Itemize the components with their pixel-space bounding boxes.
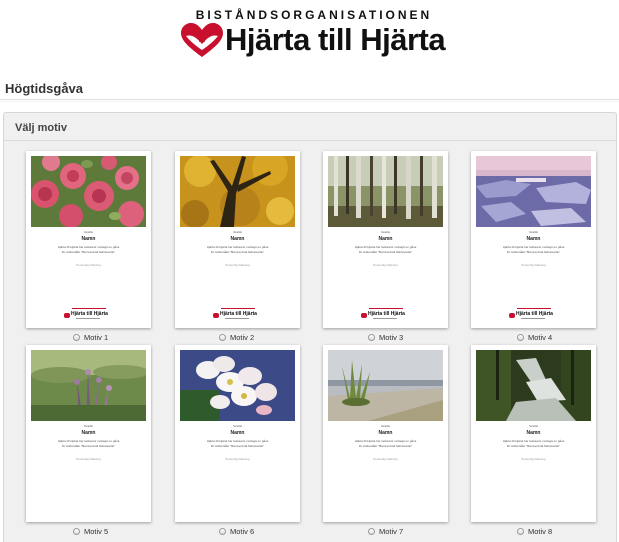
autumn-tree-image [180, 156, 295, 227]
motif-label: Motiv 6 [230, 527, 255, 536]
radio-button[interactable] [219, 528, 226, 535]
birch-forest-image [328, 156, 443, 227]
card-text: för ändamålet "Barncentralt fattiravarde… [61, 250, 116, 254]
motif-photo [180, 350, 295, 421]
heart-logo-icon [361, 313, 367, 318]
motif-label: Motiv 8 [528, 527, 553, 536]
site-header: BISTÅNDSORGANISATIONEN Hjärta till Hjärt… [0, 0, 619, 70]
motif-photo [31, 156, 146, 227]
divider [4, 140, 616, 141]
mini-logo: Hjärta till Hjärta [64, 311, 114, 321]
panel-title: Välj motiv [15, 122, 67, 134]
motif-card-1[interactable]: Grattis Namn Hjärta till Hjärta har tack… [26, 151, 151, 328]
radio-button[interactable] [517, 528, 524, 535]
motif-card-6[interactable]: Grattis Namn Hjärta till Hjärta har tack… [175, 345, 300, 522]
card-signature: Personlig hälsning [76, 263, 101, 267]
motif-option-2[interactable]: Motiv 2 [219, 333, 254, 342]
motif-option-3[interactable]: Motiv 3 [368, 333, 403, 342]
motif-option-8[interactable]: Motiv 8 [517, 527, 552, 536]
motif-card-5[interactable]: Grattis Namn Hjärta till Hjärta har tack… [26, 345, 151, 522]
mini-logo: Hjärta till Hjärta [213, 311, 263, 321]
motif-photo [31, 350, 146, 421]
radio-button[interactable] [73, 528, 80, 535]
motif-photo [328, 350, 443, 421]
motif-label: Motiv 2 [230, 333, 255, 342]
ice-lake-dusk-image [476, 156, 591, 227]
apple-blossom-image [180, 350, 295, 421]
heart-logo-icon [64, 313, 70, 318]
card-greeting: Grattis [84, 230, 93, 234]
radio-button[interactable] [73, 334, 80, 341]
mini-logo: Hjärta till Hjärta [509, 311, 559, 321]
motif-card-7[interactable]: Grattis Namn Hjärta till Hjärta har tack… [323, 345, 448, 522]
org-tagline: BISTÅNDSORGANISATIONEN [195, 8, 433, 22]
heart-logo-icon [181, 23, 223, 57]
heart-logo-icon [509, 313, 515, 318]
brand-name[interactable]: Hjärta till Hjärta [225, 22, 446, 58]
divider [72, 308, 106, 309]
pink-roses-image [31, 156, 146, 227]
mini-logo: Hjärta till Hjärta [361, 311, 411, 321]
motif-label: Motiv 5 [84, 527, 109, 536]
divider [0, 101, 619, 102]
page-title: Högtidsgåva [5, 81, 84, 96]
motif-label: Motiv 7 [379, 527, 404, 536]
motif-option-5[interactable]: Motiv 5 [73, 527, 108, 536]
forest-waterfall-image [476, 350, 591, 421]
motif-photo [476, 350, 591, 421]
radio-button[interactable] [517, 334, 524, 341]
motif-card-3[interactable]: Grattis Namn Hjärta till Hjärta har tack… [323, 151, 448, 328]
radio-button[interactable] [219, 334, 226, 341]
radio-button[interactable] [368, 528, 375, 535]
motif-card-8[interactable]: Grattis Namn Hjärta till Hjärta har tack… [471, 345, 596, 522]
motif-card-4[interactable]: Grattis Namn Hjärta till Hjärta har tack… [471, 151, 596, 328]
radio-button[interactable] [368, 334, 375, 341]
heart-logo-icon [213, 313, 219, 318]
motif-label: Motiv 4 [528, 333, 553, 342]
motif-option-4[interactable]: Motiv 4 [517, 333, 552, 342]
motif-option-1[interactable]: Motiv 1 [73, 333, 108, 342]
motif-label: Motiv 3 [379, 333, 404, 342]
heather-field-image [31, 350, 146, 421]
grass-on-shore-image [328, 350, 443, 421]
motif-option-6[interactable]: Motiv 6 [219, 527, 254, 536]
motif-photo [328, 156, 443, 227]
motif-label: Motiv 1 [84, 333, 109, 342]
card-name: Namn [81, 236, 96, 242]
motif-photo [476, 156, 591, 227]
motif-card-2[interactable]: Grattis Namn Hjärta till Hjärta har tack… [175, 151, 300, 328]
divider [0, 99, 619, 100]
motif-photo [180, 156, 295, 227]
motif-option-7[interactable]: Motiv 7 [368, 527, 403, 536]
card-text: Hjärta till Hjärta har tacksamt mottagit… [57, 245, 120, 249]
